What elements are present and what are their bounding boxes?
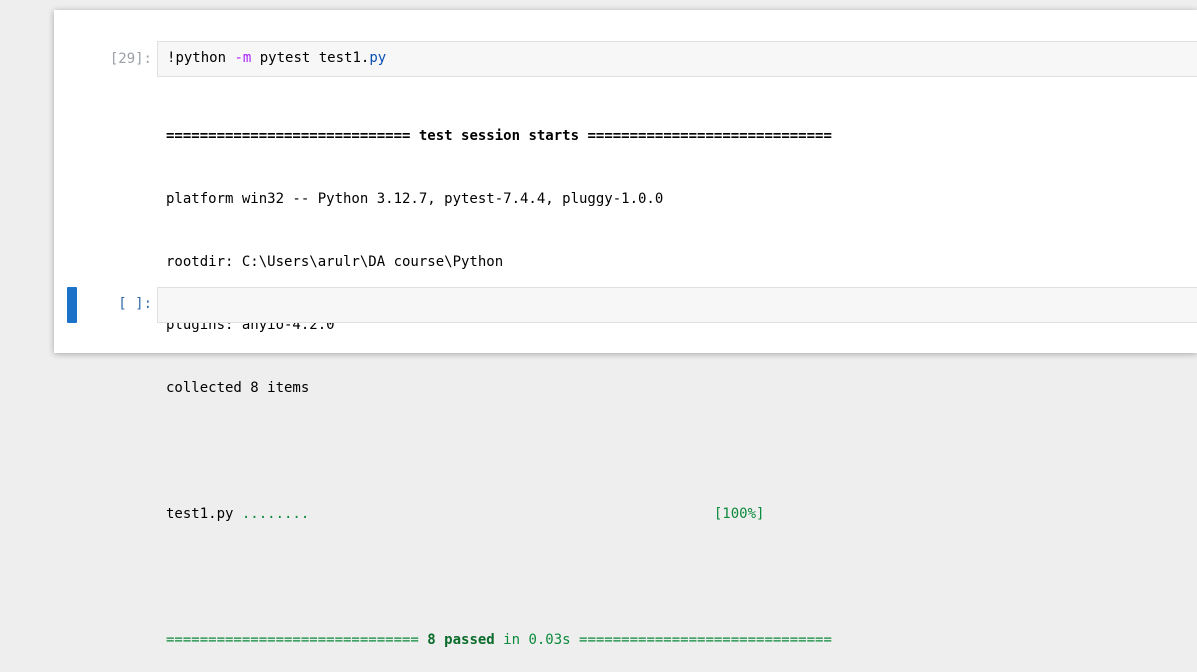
test-percent: [100%]	[713, 506, 765, 522]
code-line: !python -m pytest test1.py	[167, 50, 386, 66]
platform-line: platform win32 -- Python 3.12.7, pytest-…	[166, 191, 664, 207]
file-extension: py	[369, 50, 387, 66]
command-text: python	[175, 50, 235, 66]
cell-output: ============================= test sessi…	[166, 84, 832, 672]
code-input-cell[interactable]: !python -m pytest test1.py	[157, 41, 1197, 77]
cell-prompt-empty: [ ]:	[118, 296, 152, 312]
empty-code-input-cell[interactable]	[157, 287, 1197, 323]
flag-operator: -m	[234, 50, 252, 66]
summary-line: ============================== 8 passed …	[166, 632, 832, 648]
command-args: pytest test1.	[251, 50, 370, 66]
active-cell-indicator	[67, 287, 77, 323]
test-file: test1.py	[166, 506, 242, 522]
test-dots: ........	[241, 506, 310, 522]
cell-prompt: [29]:	[109, 51, 152, 67]
rootdir-line: rootdir: C:\Users\arulr\DA course\Python	[166, 254, 504, 270]
test-result-line: test1.py ........ [100%]	[166, 504, 832, 525]
passed-count: 8 passed	[427, 632, 495, 648]
session-header: ============================= test sessi…	[166, 128, 832, 144]
collected-line: collected 8 items	[166, 380, 310, 396]
